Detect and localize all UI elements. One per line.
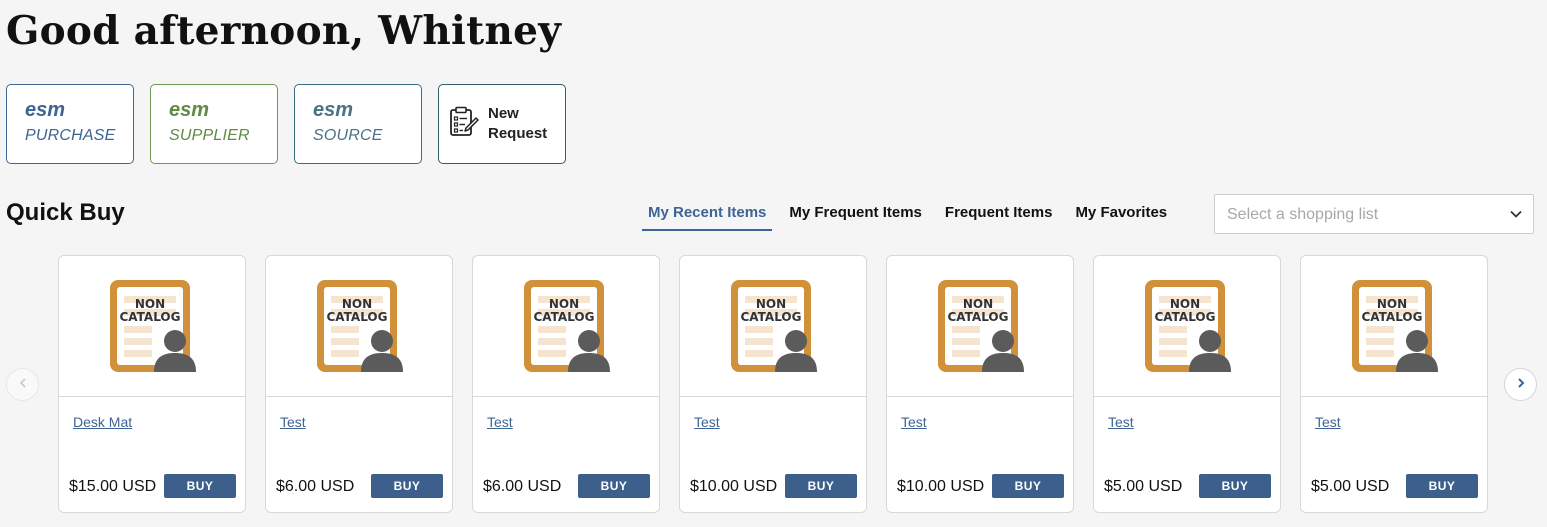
product-price: $5.00 USD — [1311, 478, 1390, 495]
clipboard-pencil-icon — [449, 106, 479, 143]
non-catalog-text-line-1: NON — [549, 297, 579, 311]
tab-frequent-items[interactable]: Frequent Items — [939, 196, 1059, 231]
non-catalog-text-line-2: CATALOG — [1362, 310, 1423, 324]
non-catalog-text-line-2: CATALOG — [120, 310, 181, 324]
buy-button[interactable]: BUY — [578, 474, 650, 498]
new-request-line-2: Request — [488, 125, 548, 142]
product-name-link[interactable]: Test — [487, 414, 513, 430]
non-catalog-text-line-1: NON — [756, 297, 786, 311]
product-price: $5.00 USD — [1104, 478, 1183, 495]
greeting-title: Good afternoon, Whitney — [6, 8, 562, 54]
carousel-next-button[interactable] — [1504, 368, 1537, 401]
non-catalog-text-line-2: CATALOG — [948, 310, 1009, 324]
product-price: $10.00 USD — [897, 478, 985, 495]
buy-button[interactable]: BUY — [992, 474, 1064, 498]
non-catalog-text-line-1: NON — [1170, 297, 1200, 311]
app-tiles: esm PURCHASE esm SUPPLIER esm SOURCE New — [6, 84, 566, 164]
new-request-label: New Request — [488, 104, 547, 144]
product-price: $10.00 USD — [690, 478, 778, 495]
product-card[interactable]: NON CATALOG Desk Mat $15.00 USD BUY — [58, 255, 246, 513]
product-name-link[interactable]: Test — [694, 414, 720, 430]
non-catalog-icon: NON CATALOG — [524, 280, 610, 372]
quick-buy-title: Quick Buy — [6, 199, 125, 226]
product-card[interactable]: NON CATALOG Test $5.00 USD BUY — [1300, 255, 1488, 513]
shopping-list-placeholder: Select a shopping list — [1227, 206, 1379, 223]
product-name-link[interactable]: Test — [280, 414, 306, 430]
product-image: NON CATALOG — [887, 256, 1073, 397]
quick-buy-tabs: My Recent Items My Frequent Items Freque… — [642, 196, 1184, 231]
non-catalog-icon: NON CATALOG — [938, 280, 1024, 372]
esm-source-brand: esm — [313, 99, 354, 121]
product-card[interactable]: NON CATALOG Test $5.00 USD BUY — [1093, 255, 1281, 513]
product-image: NON CATALOG — [680, 256, 866, 397]
product-image: NON CATALOG — [1094, 256, 1280, 397]
product-image: NON CATALOG — [1301, 256, 1487, 397]
chevron-down-icon — [1509, 207, 1523, 226]
buy-button[interactable]: BUY — [785, 474, 857, 498]
product-image: NON CATALOG — [266, 256, 452, 397]
non-catalog-text-line-2: CATALOG — [534, 310, 595, 324]
product-name-link[interactable]: Test — [901, 414, 927, 430]
buy-button[interactable]: BUY — [1406, 474, 1478, 498]
non-catalog-text-line-2: CATALOG — [1155, 310, 1216, 324]
tab-my-frequent-items[interactable]: My Frequent Items — [783, 196, 928, 231]
product-card[interactable]: NON CATALOG Test $6.00 USD BUY — [265, 255, 453, 513]
tab-my-favorites[interactable]: My Favorites — [1069, 196, 1173, 231]
quick-buy-cards: NON CATALOG Desk Mat $15.00 USD BUY NON … — [58, 255, 1488, 513]
product-name-link[interactable]: Test — [1315, 414, 1341, 430]
non-catalog-icon: NON CATALOG — [1352, 280, 1438, 372]
non-catalog-text-line-1: NON — [342, 297, 372, 311]
non-catalog-icon: NON CATALOG — [110, 280, 196, 372]
product-price: $6.00 USD — [276, 478, 355, 495]
esm-purchase-brand: esm — [25, 99, 66, 121]
non-catalog-text-line-1: NON — [1377, 297, 1407, 311]
product-name-link[interactable]: Test — [1108, 414, 1134, 430]
new-request-tile[interactable]: New Request — [438, 84, 566, 164]
product-name-link[interactable]: Desk Mat — [73, 414, 132, 430]
chevron-left-icon — [17, 376, 29, 394]
non-catalog-text-line-2: CATALOG — [327, 310, 388, 324]
new-request-line-1: New — [488, 105, 519, 122]
esm-supplier-brand: esm — [169, 99, 210, 121]
shopping-list-select[interactable]: Select a shopping list — [1214, 194, 1534, 234]
non-catalog-text-line-1: NON — [963, 297, 993, 311]
esm-purchase-tile[interactable]: esm PURCHASE — [6, 84, 134, 164]
non-catalog-icon: NON CATALOG — [317, 280, 403, 372]
tab-my-recent-items[interactable]: My Recent Items — [642, 196, 773, 231]
non-catalog-icon: NON CATALOG — [731, 280, 817, 372]
product-price: $6.00 USD — [483, 478, 562, 495]
chevron-right-icon — [1515, 376, 1527, 394]
product-card[interactable]: NON CATALOG Test $10.00 USD BUY — [886, 255, 1074, 513]
esm-purchase-label: PURCHASE — [25, 127, 116, 144]
product-price: $15.00 USD — [69, 478, 157, 495]
buy-button[interactable]: BUY — [371, 474, 443, 498]
product-card[interactable]: NON CATALOG Test $6.00 USD BUY — [472, 255, 660, 513]
product-image: NON CATALOG — [473, 256, 659, 397]
non-catalog-text-line-2: CATALOG — [741, 310, 802, 324]
esm-source-tile[interactable]: esm SOURCE — [294, 84, 422, 164]
non-catalog-text-line-1: NON — [135, 297, 165, 311]
product-image: NON CATALOG — [59, 256, 245, 397]
product-card[interactable]: NON CATALOG Test $10.00 USD BUY — [679, 255, 867, 513]
esm-supplier-label: SUPPLIER — [169, 127, 250, 144]
non-catalog-icon: NON CATALOG — [1145, 280, 1231, 372]
buy-button[interactable]: BUY — [1199, 474, 1271, 498]
esm-source-label: SOURCE — [313, 127, 383, 144]
carousel-prev-button[interactable] — [6, 368, 39, 401]
buy-button[interactable]: BUY — [164, 474, 236, 498]
esm-supplier-tile[interactable]: esm SUPPLIER — [150, 84, 278, 164]
